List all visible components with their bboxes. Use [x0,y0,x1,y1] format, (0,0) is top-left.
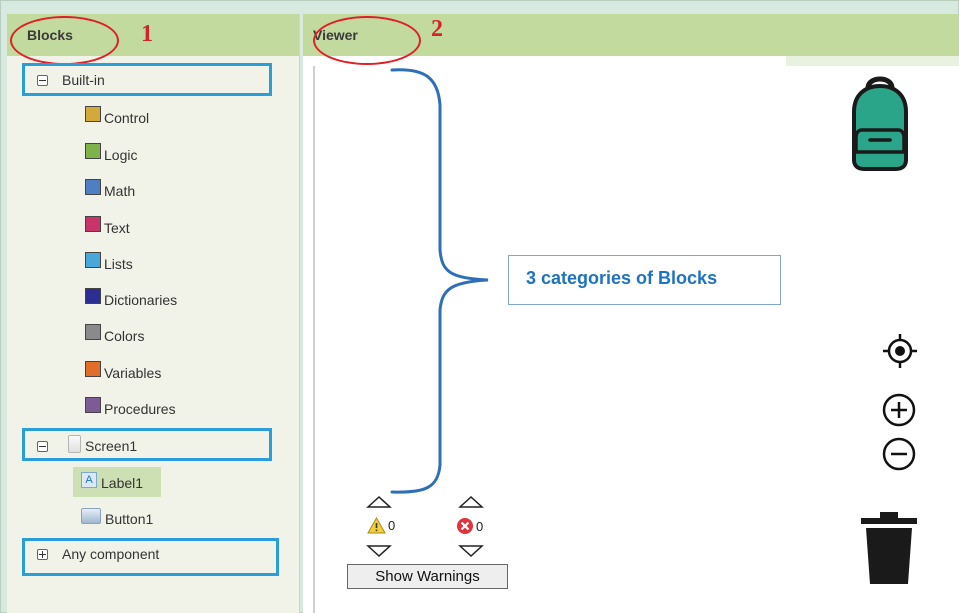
screen-component-icon [68,435,81,453]
errors-down-arrow-icon[interactable] [458,544,484,558]
warning-icon [367,517,386,534]
category-label: Variables [104,365,162,381]
annotation-number-2: 2 [431,16,443,42]
builtin-label: Built-in [62,72,105,88]
annotation-ellipse-blocks [10,16,119,65]
errors-up-arrow-icon[interactable] [458,495,484,509]
component-label: Button1 [105,511,154,527]
annotation-ellipse-viewer [313,16,421,65]
any-component-label: Any component [62,546,160,562]
category-label: Procedures [104,401,176,417]
blocks-panel: Blocks [7,14,300,613]
viewer-left-border [313,66,315,613]
lists-swatch-icon [85,252,101,268]
backpack-icon[interactable] [846,72,914,172]
annotation-number-1: 1 [141,21,153,47]
category-label: Control [104,110,150,126]
errors-counter: 0 [456,517,483,535]
category-lists[interactable]: Lists [85,252,133,272]
category-math[interactable]: Math [85,179,136,199]
warning-count: 0 [388,518,396,533]
category-text[interactable]: Text [85,216,130,236]
category-logic[interactable]: Logic [85,143,138,163]
category-label: Colors [104,328,145,344]
zoom-out-icon[interactable] [881,436,917,472]
categories-callout: 3 categories of Blocks [508,255,781,305]
show-warnings-button[interactable]: Show Warnings [347,564,508,589]
control-swatch-icon [85,106,101,122]
trash-icon[interactable] [858,510,920,586]
collapse-icon[interactable] [37,74,48,86]
button-component-icon [81,508,101,524]
component-button1[interactable]: Button1 [81,508,154,527]
category-control[interactable]: Control [85,106,150,126]
math-swatch-icon [85,179,101,195]
category-dictionaries[interactable]: Dictionaries [85,288,178,308]
expand-icon[interactable] [37,548,48,560]
category-variables[interactable]: Variables [85,361,162,381]
variables-swatch-icon [85,361,101,377]
tree-item-builtin[interactable]: Built-in [37,72,105,88]
category-label: Lists [104,256,133,272]
zoom-in-icon[interactable] [881,392,917,428]
warnings-counter: 0 [367,517,395,534]
error-count: 0 [476,518,484,534]
recenter-icon[interactable] [881,332,919,370]
text-swatch-icon [85,216,101,232]
label-component-icon: A [81,472,97,488]
viewer-header-strip [786,56,959,66]
tree-item-any-component[interactable]: Any component [37,546,159,562]
screen1-label: Screen1 [85,438,138,454]
category-colors[interactable]: Colors [85,324,145,344]
colors-swatch-icon [85,324,101,340]
curly-brace-annotation [390,68,489,494]
dictionaries-swatch-icon [85,288,101,304]
category-label: Logic [104,147,138,163]
warnings-down-arrow-icon[interactable] [366,544,392,558]
component-label1[interactable]: A Label1 [81,472,144,491]
logic-swatch-icon [85,143,101,159]
category-procedures[interactable]: Procedures [85,397,176,417]
error-icon [457,518,473,534]
callout-text: 3 categories of Blocks [526,268,718,288]
procedures-swatch-icon [85,397,101,413]
category-label: Text [104,220,130,236]
tree-item-screen1[interactable]: Screen1 [37,435,138,455]
category-label: Dictionaries [104,292,178,308]
category-label: Math [104,183,136,199]
component-label: Label1 [101,475,144,491]
warnings-up-arrow-icon[interactable] [366,495,392,509]
collapse-icon[interactable] [37,440,48,452]
